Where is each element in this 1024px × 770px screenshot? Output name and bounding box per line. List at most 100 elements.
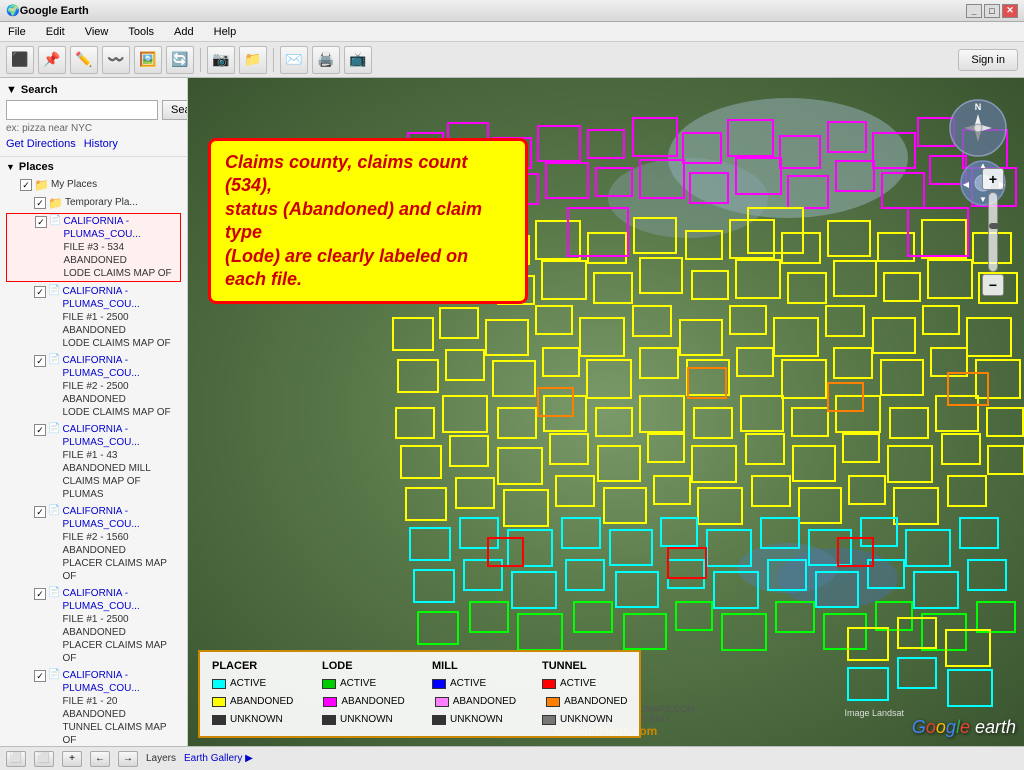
kml-item-3-icon: 📄	[48, 423, 60, 434]
search-input[interactable]	[6, 100, 158, 120]
svg-text:◀: ◀	[963, 180, 970, 189]
menu-add[interactable]: Add	[170, 24, 198, 40]
zoom-slider[interactable]	[988, 192, 998, 272]
status-move-button[interactable]: ←	[90, 751, 110, 767]
kml-item-1[interactable]: ✓ 📄 CALIFORNIA - PLUMAS_COU...FILE #1 - …	[6, 284, 181, 351]
title-bar: 🌍 Google Earth _ □ ✕	[0, 0, 1024, 22]
legend-active-row: ACTIVE ACTIVE ACTIVE	[212, 678, 627, 692]
window-title: Google Earth	[20, 5, 89, 17]
kml-item-0-checkbox[interactable]: ✓	[35, 216, 47, 228]
map-area[interactable]: Claims county, claims count (534),status…	[188, 78, 1024, 746]
places-section: ▼ Places ✓ 📁 My Places ✓ 📁 Temporary Pla…	[0, 157, 187, 746]
kml-item-6-checkbox[interactable]: ✓	[34, 670, 46, 682]
toolbar-btn-record[interactable]: 🔄	[166, 46, 194, 74]
left-panel: ▼ Search Search ex: pizza near NYC Get D…	[0, 78, 188, 746]
search-button[interactable]: Search	[162, 100, 188, 120]
toolbar-btn-placemark[interactable]: 📌	[38, 46, 66, 74]
kml-item-1-checkbox[interactable]: ✓	[34, 286, 46, 298]
nav-compass[interactable]: N	[948, 98, 1008, 158]
toolbar-btn-path[interactable]: 〰️	[102, 46, 130, 74]
kml-item-1-icon: 📄	[48, 285, 60, 296]
places-triangle[interactable]: ▼	[6, 162, 15, 172]
kml-item-0-label: CALIFORNIA - PLUMAS_COU...FILE #3 - 534 …	[63, 215, 179, 280]
ge-brand-o1: o	[926, 717, 936, 737]
legend-lode-abandoned: ABANDONED	[323, 696, 404, 710]
my-places-label: My Places	[51, 178, 180, 191]
legend-placer-abandoned: ABANDONED	[212, 696, 293, 710]
layers-label: Layers	[146, 753, 176, 764]
status-right-button[interactable]: →	[118, 751, 138, 767]
legend-lode-active: ACTIVE	[322, 678, 402, 692]
status-btn-1[interactable]: ⬜	[6, 751, 26, 767]
my-places-item[interactable]: ✓ 📁 My Places	[6, 177, 181, 193]
places-header: ▼ Places	[6, 161, 181, 173]
toolbar-btn-view[interactable]: ⬛	[6, 46, 34, 74]
zoom-out-button[interactable]: −	[982, 274, 1004, 296]
status-navigate-button[interactable]: +	[62, 751, 82, 767]
kml-item-4-checkbox[interactable]: ✓	[34, 506, 46, 518]
kml-item-4[interactable]: ✓ 📄 CALIFORNIA - PLUMAS_COU...FILE #2 - …	[6, 504, 181, 584]
menu-edit[interactable]: Edit	[42, 24, 69, 40]
legend-tunnel-abandoned: ABANDONED	[546, 696, 627, 710]
kml-item-2[interactable]: ✓ 📄 CALIFORNIA - PLUMAS_COU...FILE #2 - …	[6, 353, 181, 420]
ge-brand-o2: o	[936, 717, 946, 737]
kml-item-5-checkbox[interactable]: ✓	[34, 588, 46, 600]
search-hint: ex: pizza near NYC	[6, 123, 181, 134]
menu-view[interactable]: View	[81, 24, 113, 40]
kml-item-3[interactable]: ✓ 📄 CALIFORNIA - PLUMAS_COU...FILE #1 - …	[6, 422, 181, 502]
kml-item-6[interactable]: ✓ 📄 CALIFORNIA - PLUMAS_COU...FILE #1 - …	[6, 668, 181, 746]
kml-item-4-label: CALIFORNIA - PLUMAS_COU...FILE #2 - 1560…	[62, 505, 180, 583]
kml-item-4-icon: 📄	[48, 505, 60, 516]
search-header: ▼ Search	[6, 84, 181, 96]
get-directions-link[interactable]: Get Directions	[6, 138, 76, 150]
temp-places-item[interactable]: ✓ 📁 Temporary Pla...	[6, 195, 181, 211]
minimize-button[interactable]: _	[966, 4, 982, 18]
toolbar-btn-camera[interactable]: 📷	[207, 46, 235, 74]
legend-placer-unknown: UNKNOWN	[212, 714, 292, 728]
kml-item-3-checkbox[interactable]: ✓	[34, 424, 46, 436]
toolbar-btn-email[interactable]: ✉️	[280, 46, 308, 74]
temp-places-checkbox[interactable]: ✓	[34, 197, 46, 209]
temp-places-folder-icon: 📁	[48, 196, 63, 210]
legend-abandoned-row: ABANDONED ABANDONED ABANDONED	[212, 696, 627, 710]
legend-lode-unknown: UNKNOWN	[322, 714, 402, 728]
kml-item-0[interactable]: ✓ 📄 CALIFORNIA - PLUMAS_COU...FILE #3 - …	[6, 213, 181, 282]
main-layout: ▼ Search Search ex: pizza near NYC Get D…	[0, 78, 1024, 746]
sign-in-button[interactable]: Sign in	[958, 49, 1018, 71]
legend-mill-unknown: UNKNOWN	[432, 714, 512, 728]
zoom-controls: + −	[982, 168, 1004, 296]
my-places-folder-icon: 📁	[34, 178, 49, 192]
earth-gallery-link[interactable]: Earth Gallery ▶	[184, 753, 253, 764]
close-button[interactable]: ✕	[1002, 4, 1018, 18]
kml-item-5[interactable]: ✓ 📄 CALIFORNIA - PLUMAS_COU...FILE #1 - …	[6, 586, 181, 666]
toolbar-btn-overlay[interactable]: 🖼️	[134, 46, 162, 74]
ge-brand-earth: earth	[975, 717, 1016, 737]
maximize-button[interactable]: □	[984, 4, 1000, 18]
toolbar-btn-print[interactable]: 🖨️	[312, 46, 340, 74]
menu-tools[interactable]: Tools	[124, 24, 158, 40]
kml-item-2-checkbox[interactable]: ✓	[34, 355, 46, 367]
toolbar-separator-2	[273, 48, 274, 72]
zoom-in-button[interactable]: +	[982, 168, 1004, 190]
kml-item-1-label: CALIFORNIA - PLUMAS_COU...FILE #1 - 2500…	[62, 285, 180, 350]
menu-help[interactable]: Help	[210, 24, 241, 40]
zoom-slider-handle[interactable]	[989, 223, 999, 229]
search-triangle[interactable]: ▼	[6, 84, 17, 96]
legend-mill-active: ACTIVE	[432, 678, 512, 692]
ge-brand-e: e	[960, 717, 970, 737]
menu-bar: File Edit View Tools Add Help	[0, 22, 1024, 42]
history-link[interactable]: History	[84, 138, 118, 150]
my-places-checkbox[interactable]: ✓	[20, 179, 32, 191]
search-input-row: Search	[6, 100, 181, 120]
legend-col-mill: MILL	[432, 660, 512, 672]
window-controls: _ □ ✕	[966, 4, 1018, 18]
toolbar-btn-polygon[interactable]: ✏️	[70, 46, 98, 74]
status-btn-2[interactable]: ⬜	[34, 751, 54, 767]
image-credit: Image Landsat	[844, 708, 904, 718]
toolbar-btn-media[interactable]: 📺	[344, 46, 372, 74]
toolbar-btn-folder[interactable]: 📁	[239, 46, 267, 74]
menu-file[interactable]: File	[4, 24, 30, 40]
kml-item-5-icon: 📄	[48, 587, 60, 598]
legend-box: PLACER LODE MILL TUNNEL ACTIVE ACTIVE	[198, 650, 641, 738]
kml-item-5-label: CALIFORNIA - PLUMAS_COU...FILE #1 - 2500…	[62, 587, 180, 665]
